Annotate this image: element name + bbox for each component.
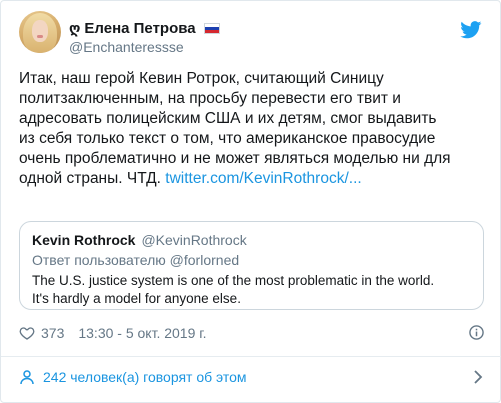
author-name-row[interactable]: ღ Елена Петрова: [69, 18, 220, 38]
author-display-name[interactable]: Елена Петрова: [84, 20, 195, 37]
tweet-line: очень проблематично и не может являться …: [19, 150, 451, 167]
tweet-line: Итак, наш герой Кевин Ротрок, считающий …: [19, 70, 384, 87]
tweet-card: ღ Елена Петрова @Enchanteressse Итак, на…: [0, 0, 501, 403]
chevron-right-icon[interactable]: [472, 369, 484, 385]
tweet-text: Итак, наш герой Кевин Ротрок, считающий …: [19, 69, 487, 189]
quoted-line: The U.S. justice system is one of the mo…: [32, 273, 435, 288]
tweet-line: политзаключенным, на просьбу перевести е…: [19, 90, 401, 107]
quoted-author-name[interactable]: Kevin Rothrock: [32, 232, 135, 248]
twitter-bird-icon[interactable]: [460, 21, 482, 39]
quoted-text: The U.S. justice system is one of the mo…: [32, 272, 472, 308]
tweet-meta-row: 373 13:30 - 5 окт. 2019 г.: [19, 323, 484, 343]
quoted-tweet[interactable]: Kevin Rothrock @KevinRothrock Ответ поль…: [19, 221, 484, 310]
avatar-face: [32, 20, 48, 42]
author-handle[interactable]: @Enchanteressse: [69, 39, 184, 55]
name-glyph: ღ: [69, 19, 81, 36]
divider: [1, 356, 501, 357]
tweet-link[interactable]: twitter.com/KevinRothrock/...: [165, 170, 361, 187]
person-icon: [20, 370, 34, 385]
quoted-author-handle[interactable]: @KevinRothrock: [141, 232, 246, 248]
russia-flag-icon: [203, 22, 220, 34]
heart-icon[interactable]: [19, 325, 35, 341]
tweet-line: одной страны. ЧТД.: [19, 170, 161, 187]
quoted-author-row: Kevin Rothrock @KevinRothrock: [32, 232, 247, 248]
avatar-lips: [37, 35, 43, 38]
tweet-line: адресовать полицейским США и их детям, с…: [19, 110, 437, 127]
people-talking-text[interactable]: 242 человек(а) говорят об этом: [43, 369, 247, 385]
avatar[interactable]: [19, 11, 61, 53]
quoted-reply-context: Ответ пользователю @forlorned: [32, 252, 240, 268]
like-count[interactable]: 373: [41, 325, 64, 341]
tweet-last-line: одной страны. ЧТД. twitter.com/KevinRoth…: [19, 169, 487, 189]
tweet-timestamp[interactable]: 13:30 - 5 окт. 2019 г.: [78, 325, 206, 341]
conversation-link[interactable]: 242 человек(а) говорят об этом: [19, 361, 484, 393]
info-icon[interactable]: [469, 325, 484, 340]
tweet-line: из себя только текст о том, что американ…: [19, 130, 436, 147]
quoted-line: It's hardly a model for anyone else.: [32, 291, 241, 306]
